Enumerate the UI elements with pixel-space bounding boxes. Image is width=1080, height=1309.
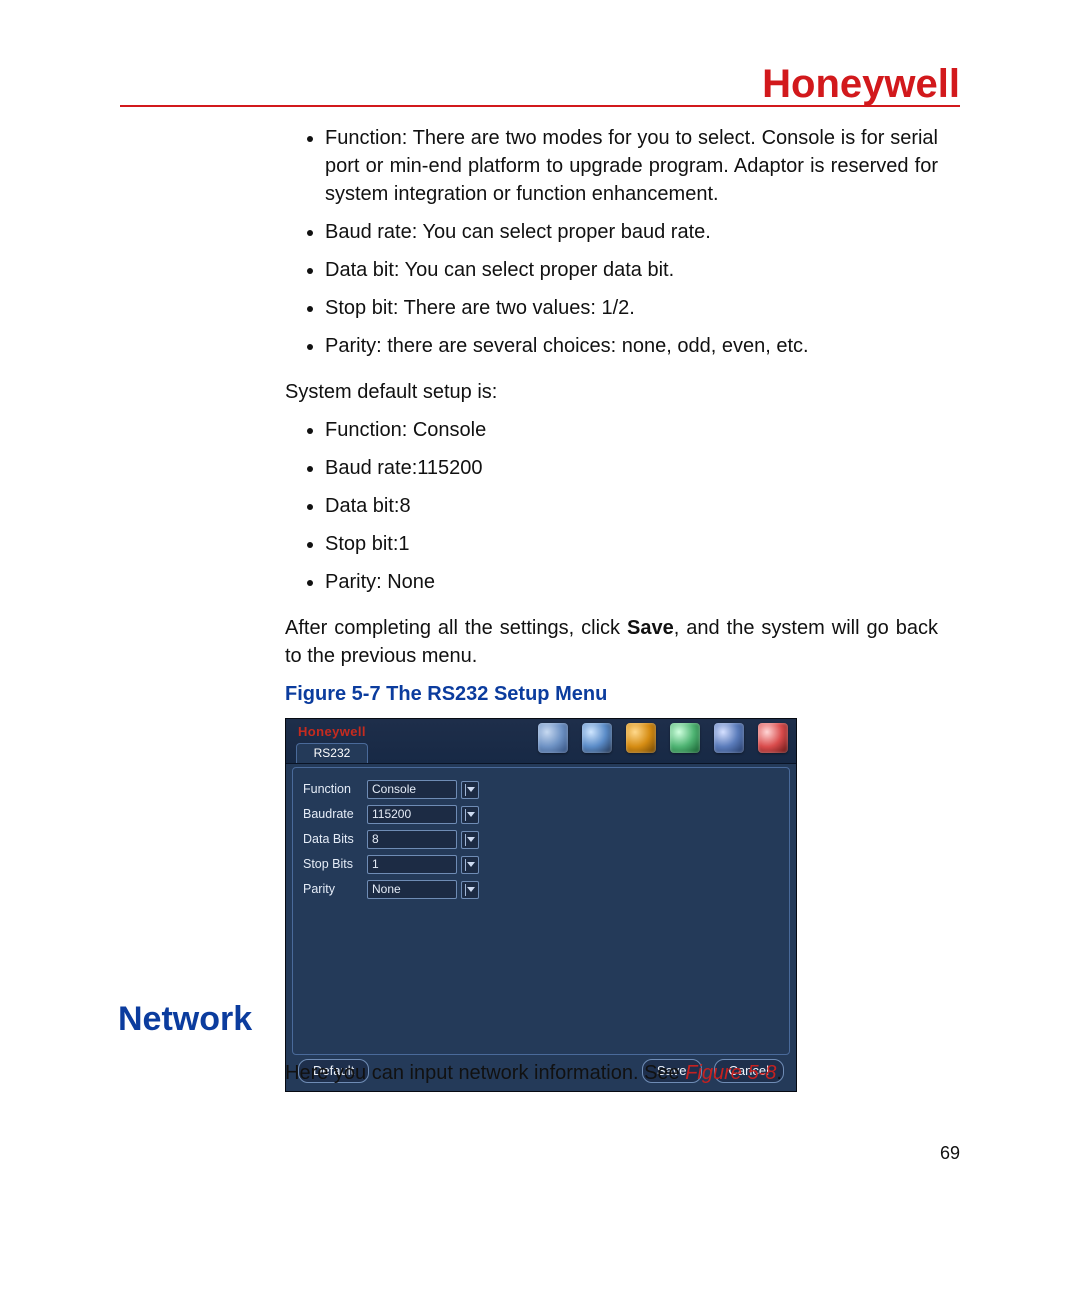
parity-select[interactable]: None bbox=[367, 880, 457, 899]
list-item: Parity: there are several choices: none,… bbox=[325, 332, 938, 360]
search-icon[interactable] bbox=[538, 723, 568, 753]
chevron-down-icon[interactable] bbox=[461, 856, 479, 874]
page-number: 69 bbox=[940, 1143, 960, 1164]
databits-select[interactable]: 8 bbox=[367, 830, 457, 849]
disc-icon[interactable] bbox=[582, 723, 612, 753]
function-label: Function bbox=[303, 781, 367, 799]
save-word: Save bbox=[627, 617, 674, 639]
list-item: Function: There are two modes for you to… bbox=[325, 124, 938, 208]
baudrate-label: Baudrate bbox=[303, 806, 367, 824]
row-stopbits: Stop Bits 1 bbox=[303, 855, 779, 874]
figure-caption: Figure 5-7 The RS232 Setup Menu bbox=[285, 680, 938, 708]
chevron-down-icon[interactable] bbox=[461, 881, 479, 899]
network-heading: Network bbox=[118, 1000, 252, 1039]
list-item: Stop bit: There are two values: 1/2. bbox=[325, 294, 938, 322]
text: Here you can input network information. … bbox=[285, 1062, 685, 1084]
list-item: Baud rate:115200 bbox=[325, 454, 938, 482]
row-parity: Parity None bbox=[303, 880, 779, 899]
network-body: Here you can input network information. … bbox=[285, 1062, 938, 1085]
list-item: Parity: None bbox=[325, 568, 938, 596]
parity-label: Parity bbox=[303, 881, 367, 899]
feature-list: Function: There are two modes for you to… bbox=[285, 124, 938, 360]
list-item: Data bit: You can select proper data bit… bbox=[325, 256, 938, 284]
baudrate-select[interactable]: 115200 bbox=[367, 805, 457, 824]
list-item: Data bit:8 bbox=[325, 492, 938, 520]
after-settings-note: After completing all the settings, click… bbox=[285, 614, 938, 670]
rs232-tab[interactable]: RS232 bbox=[296, 743, 368, 763]
list-icon[interactable] bbox=[670, 723, 700, 753]
row-baudrate: Baudrate 115200 bbox=[303, 805, 779, 824]
function-select[interactable]: Console bbox=[367, 780, 457, 799]
text: . bbox=[776, 1062, 782, 1084]
chevron-down-icon[interactable] bbox=[461, 806, 479, 824]
power-icon[interactable] bbox=[758, 723, 788, 753]
rs232-setup-screenshot: Honeywell RS232 Function Console bbox=[285, 718, 797, 1092]
text: After completing all the settings, click bbox=[285, 617, 627, 639]
stopbits-select[interactable]: 1 bbox=[367, 855, 457, 874]
dvr-body: Function Console Baudrate 115200 Data Bi… bbox=[292, 767, 790, 1055]
databits-label: Data Bits bbox=[303, 831, 367, 849]
defaults-intro: System default setup is: bbox=[285, 378, 938, 406]
header-rule bbox=[120, 105, 960, 107]
defaults-list: Function: Console Baud rate:115200 Data … bbox=[285, 416, 938, 596]
dvr-brand-logo: Honeywell bbox=[298, 723, 366, 741]
chevron-down-icon[interactable] bbox=[461, 781, 479, 799]
dvr-topbar: Honeywell RS232 bbox=[286, 719, 796, 764]
page: Honeywell Function: There are two modes … bbox=[0, 0, 1080, 1309]
list-item: Function: Console bbox=[325, 416, 938, 444]
list-item: Stop bit:1 bbox=[325, 530, 938, 558]
dvr-toolbar-icons bbox=[538, 723, 788, 753]
stopbits-label: Stop Bits bbox=[303, 856, 367, 874]
brand-logo: Honeywell bbox=[762, 62, 960, 107]
row-function: Function Console bbox=[303, 780, 779, 799]
figure-reference: Figure 5-8 bbox=[685, 1062, 776, 1084]
network-icon[interactable] bbox=[714, 723, 744, 753]
tools-icon[interactable] bbox=[626, 723, 656, 753]
main-content: Function: There are two modes for you to… bbox=[285, 124, 938, 1092]
chevron-down-icon[interactable] bbox=[461, 831, 479, 849]
row-databits: Data Bits 8 bbox=[303, 830, 779, 849]
list-item: Baud rate: You can select proper baud ra… bbox=[325, 218, 938, 246]
